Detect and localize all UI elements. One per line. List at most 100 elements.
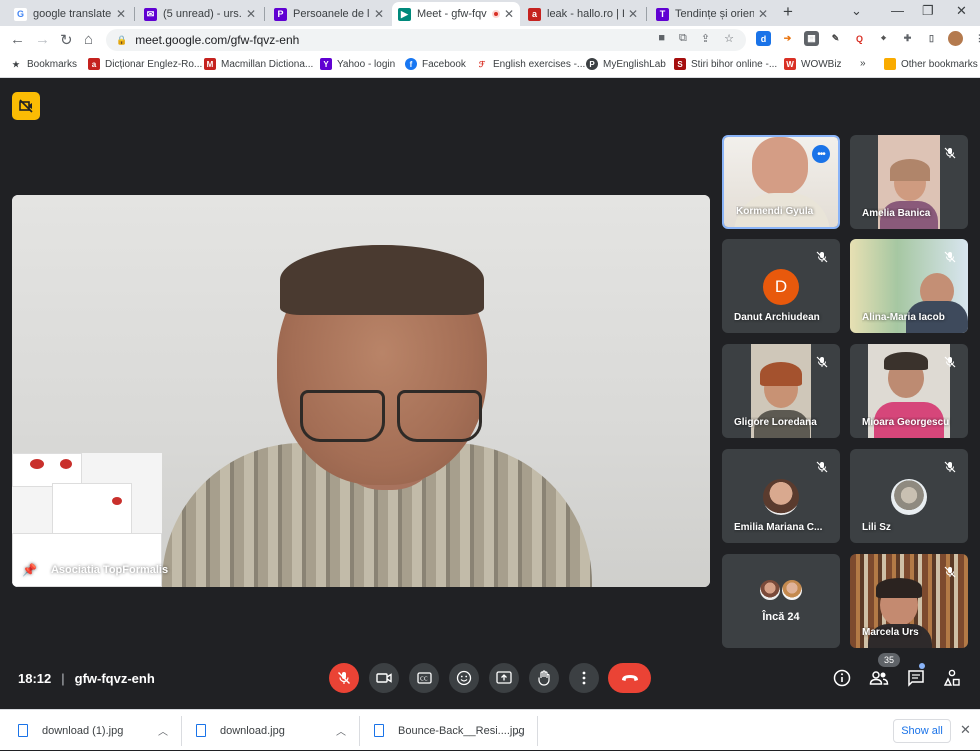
raise-hand-button[interactable] [529, 663, 559, 693]
pin-icon[interactable]: 📌 [22, 563, 37, 577]
activities-button[interactable] [941, 667, 963, 689]
close-icon[interactable]: ✕ [246, 7, 256, 21]
extension-search-icon[interactable]: Q [852, 31, 867, 46]
more-participants-tile[interactable]: Încă 24 [722, 554, 840, 648]
tab-tendinte[interactable]: T Tendințe și orientăr ✕ [650, 2, 774, 26]
bookmarks-bar: ★ Bookmarks a Dicționar Englez-Ro... M Macm… [0, 54, 980, 78]
bookmark-other[interactable]: Other bookmarks [884, 58, 978, 70]
tab-google-translate[interactable]: G google translate - G ✕ [8, 2, 132, 26]
pearson-icon: P [586, 58, 598, 70]
participant-tile[interactable]: Emilia Mariana C... [722, 449, 840, 543]
close-icon[interactable]: ✕ [628, 7, 638, 21]
present-screen-button[interactable] [489, 663, 519, 693]
meeting-details-button[interactable] [831, 667, 853, 689]
extension-d-icon[interactable]: d [756, 31, 771, 46]
participant-tile[interactable]: Gligore Loredana [722, 344, 840, 438]
stiri-icon: S [674, 58, 686, 70]
bookmark-stiri-bihor[interactable]: S Stiri bihor online -... [674, 58, 777, 70]
download-filename: download (1).jpg [42, 724, 124, 737]
tab-meet[interactable]: ▶ Meet - gfw-fqv ✕ [392, 2, 520, 26]
bookmark-dictionar[interactable]: a Dicționar Englez-Ro... [88, 58, 202, 70]
mic-off-icon [942, 145, 958, 161]
extension-tools-icon[interactable]: ✎ [828, 31, 843, 46]
tab-title: google translate - G [33, 8, 112, 20]
tab-search-icon[interactable]: ⌄ [851, 3, 862, 19]
lock-icon: 🔒 [116, 34, 128, 45]
close-icon[interactable]: ✕ [116, 7, 126, 21]
chevron-up-icon[interactable]: ︿ [158, 723, 168, 738]
more-participants-label: Încă 24 [762, 611, 800, 623]
main-speaker-label: 📌 Asociatia TopFormalis [22, 563, 168, 577]
back-icon[interactable]: ← [10, 31, 25, 48]
bookmark-yahoo[interactable]: Y Yahoo - login [320, 58, 395, 70]
bookmark-bookmarks[interactable]: ★ Bookmarks [10, 58, 77, 70]
main-video[interactable]: 📌 Asociatia TopFormalis [12, 195, 710, 587]
people-button[interactable] [868, 667, 890, 689]
bookmark-macmillan[interactable]: M Macmillan Dictiona... [204, 58, 313, 70]
profile-avatar[interactable] [948, 31, 963, 46]
participant-tile[interactable]: ••• Kormendi Gyula [722, 135, 840, 229]
downloads-bar: download (1).jpg ︿ download.jpg ︿ Bounce… [0, 709, 980, 750]
participant-tile[interactable]: D Danut Archiudean [722, 239, 840, 333]
more-options-icon[interactable]: ••• [812, 145, 830, 163]
download-item[interactable]: download (1).jpg ︿ [18, 710, 178, 751]
extension-arrow-icon[interactable]: ➔ [780, 31, 795, 46]
close-icon[interactable]: ✕ [504, 7, 514, 21]
more-options-button[interactable] [569, 663, 599, 693]
bookmark-wowbiz[interactable]: W WOWBiz [784, 58, 842, 70]
restore-button[interactable]: ❐ [922, 3, 934, 19]
bookmark-label: Macmillan Dictiona... [221, 58, 314, 70]
chevron-up-icon[interactable]: ︿ [336, 723, 346, 738]
show-all-button[interactable]: Show all [893, 719, 951, 743]
download-item[interactable]: Bounce-Back__Resi....jpg ︿ [374, 710, 534, 751]
participant-tile[interactable]: Lili Sz [850, 449, 968, 543]
svg-text:CC: CC [420, 677, 428, 683]
participant-tile[interactable]: Mioara Georgescu [850, 344, 968, 438]
forward-icon[interactable]: → [35, 31, 50, 48]
participant-tile[interactable]: Marcela Urs [850, 554, 968, 648]
extensions-puzzle-icon[interactable]: ✚ [900, 31, 915, 46]
new-tab-button[interactable]: + [783, 2, 793, 22]
avatar [763, 479, 799, 515]
tab-persoanele[interactable]: P Persoanele de la Te ✕ [268, 2, 390, 26]
bookmark-facebook[interactable]: f Facebook [405, 58, 466, 70]
recording-off-icon [19, 99, 33, 113]
camera-toggle-button[interactable] [369, 663, 399, 693]
mic-toggle-button[interactable] [329, 663, 359, 693]
mic-off-icon [338, 672, 350, 684]
close-icon[interactable]: ✕ [374, 7, 384, 21]
close-window-button[interactable]: ✕ [956, 3, 967, 19]
extension-grid-icon[interactable]: ▦ [804, 31, 819, 46]
close-icon[interactable]: ✕ [960, 722, 971, 738]
bookmark-overflow[interactable]: » [860, 58, 866, 69]
leave-call-button[interactable] [608, 663, 651, 693]
open-external-icon[interactable]: ⧉ [679, 32, 687, 45]
captions-button[interactable]: CC [409, 663, 439, 693]
chevron-up-icon[interactable]: ︿ [514, 723, 524, 738]
tab-hallo[interactable]: a leak - hallo.ro | Dict ✕ [522, 2, 644, 26]
chat-button[interactable] [905, 667, 927, 689]
bookmark-myenglishlab[interactable]: P MyEnglishLab [586, 58, 666, 70]
reload-icon[interactable]: ↻ [60, 31, 73, 49]
browser-menu-icon[interactable]: ⋮ [972, 31, 980, 46]
home-icon[interactable]: ⌂ [84, 31, 93, 48]
mic-off-icon [942, 354, 958, 370]
download-item[interactable]: download.jpg ︿ [196, 710, 356, 751]
recording-badge[interactable] [12, 92, 40, 120]
tab-yahoo-mail[interactable]: ✉ (5 unread) - urs.ma ✕ [138, 2, 262, 26]
camera-icon[interactable]: ■ [658, 32, 665, 45]
participant-tile[interactable]: Amelia Banica [850, 135, 968, 229]
side-panel-icon[interactable]: ▯ [924, 31, 939, 46]
url-field[interactable]: 🔒 meet.google.com/gfw-fqvz-enh ■ ⧉ ⇪ ☆ [106, 29, 746, 51]
tab-title: Persoanele de la Te [293, 8, 370, 20]
extension-capture-icon[interactable]: ⌖ [876, 31, 891, 46]
bookmark-english-exercises[interactable]: ℱ English exercises -... [476, 58, 585, 70]
file-icon [196, 724, 206, 737]
minimize-button[interactable]: — [891, 3, 904, 18]
bookmark-star-icon[interactable]: ☆ [724, 32, 734, 45]
bookmark-label: English exercises -... [493, 58, 586, 70]
share-icon[interactable]: ⇪ [701, 32, 710, 45]
participant-tile[interactable]: Alina-Maria Iacob [850, 239, 968, 333]
emoji-reaction-button[interactable] [449, 663, 479, 693]
close-icon[interactable]: ✕ [758, 7, 768, 21]
